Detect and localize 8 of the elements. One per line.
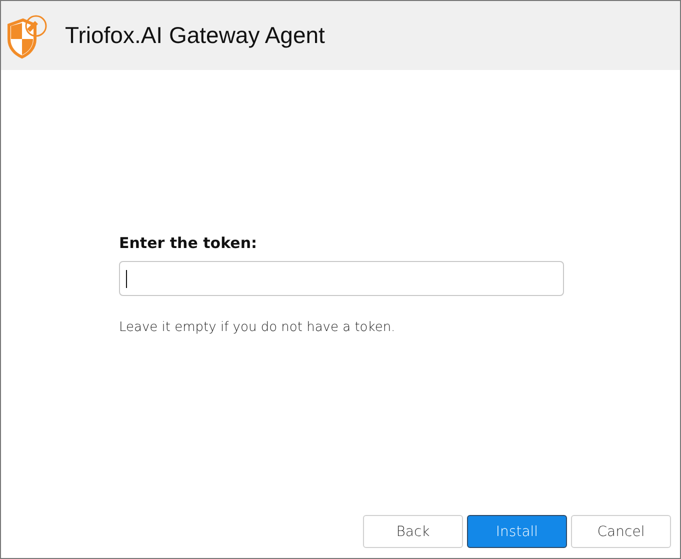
window-title: Triofox.AI Gateway Agent (65, 22, 325, 49)
token-label: Enter the token: (119, 234, 258, 252)
dialog-button[interactable]: Back (363, 515, 463, 548)
dialog-button[interactable]: Cancel (571, 515, 671, 548)
hint-text: Leave it empty if you do not have a token. (119, 320, 396, 335)
token-input-field[interactable] (119, 261, 564, 296)
shield-logo-icon (5, 12, 49, 58)
install-button[interactable]: Install (467, 515, 567, 548)
